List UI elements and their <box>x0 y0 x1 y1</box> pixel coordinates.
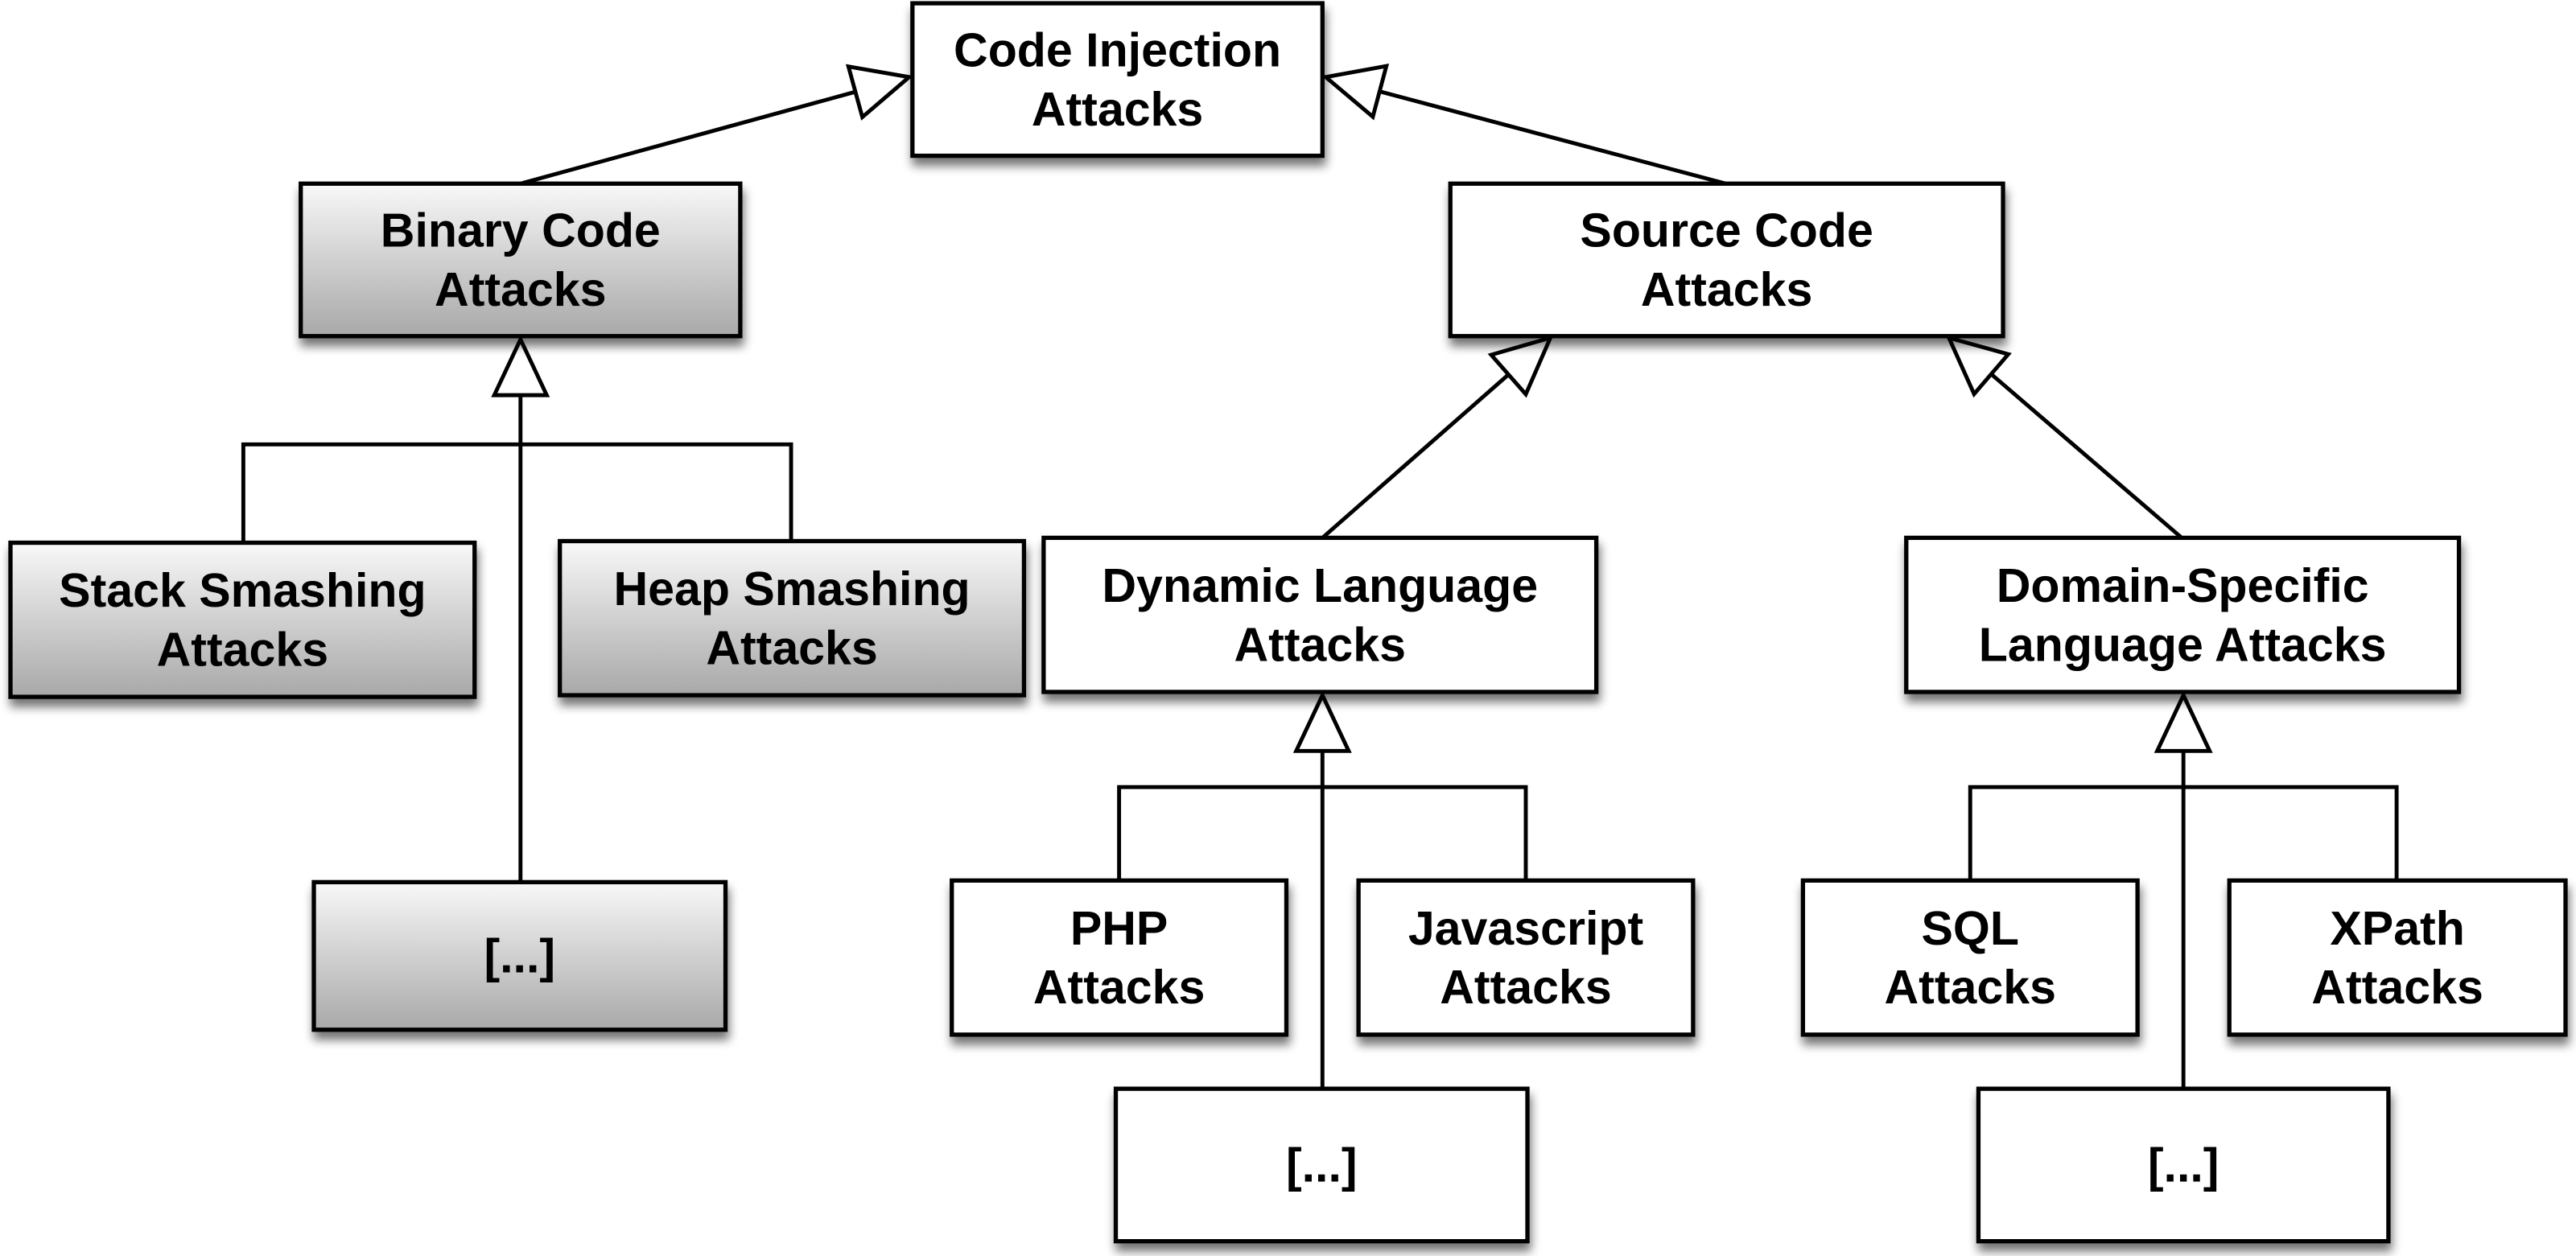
edge-dynamic-to-source <box>1321 335 1554 540</box>
node-dynamic-more: [...] <box>1113 1086 1530 1244</box>
edge-line <box>1321 373 1511 540</box>
node-label: Attacks <box>2311 961 2483 1014</box>
node-label: PHP <box>1070 902 1168 955</box>
node-label: Stack Smashing <box>59 564 426 617</box>
node-xpath: XPath Attacks <box>2227 878 2568 1037</box>
node-php: PHP Attacks <box>950 878 1289 1037</box>
generalization-arrowhead-icon <box>1321 64 1390 121</box>
generalization-arrowhead-icon <box>1292 690 1352 753</box>
node-label: Attacks <box>1440 961 1611 1014</box>
generalization-arrowhead-icon <box>1487 335 1554 398</box>
edge-line <box>241 442 793 543</box>
node-label: Attacks <box>1234 618 1406 671</box>
edge-binary-to-code-injection <box>520 64 914 186</box>
node-label: Binary Code <box>381 204 661 257</box>
node-stack-smashing: Stack Smashing Attacks <box>8 540 477 699</box>
generalization-arrowhead-icon <box>1945 335 2012 398</box>
node-label: Language Attacks <box>1979 618 2387 671</box>
node-label: Heap Smashing <box>613 562 970 616</box>
node-label: Attacks <box>435 263 606 316</box>
node-label: Attacks <box>1033 961 1205 1014</box>
node-binary-code: Binary Code Attacks <box>299 181 743 339</box>
edge-line <box>520 89 856 186</box>
node-label: Attacks <box>157 623 328 676</box>
node-binary-more: [...] <box>311 879 728 1032</box>
edge-domain-specific-to-source <box>1945 335 2183 540</box>
node-dsl-more: [...] <box>1976 1086 2391 1244</box>
node-domain-specific: Domain-Specific Language Attacks <box>1904 535 2462 694</box>
edge-line <box>1989 373 2183 540</box>
node-label: Domain-Specific <box>1997 559 2369 612</box>
node-javascript: Javascript Attacks <box>1356 878 1696 1037</box>
node-label: [...] <box>1286 1139 1358 1192</box>
node-label: SQL <box>1922 902 2019 955</box>
node-sql: SQL Attacks <box>1800 878 2140 1037</box>
node-label: Attacks <box>1885 961 2056 1014</box>
code-injection-taxonomy-diagram: Code InjectionAttacksBinary CodeAttacksS… <box>8 1 2568 1244</box>
node-label: XPath <box>2330 902 2464 955</box>
node-label: [...] <box>2148 1139 2219 1192</box>
generalization-arrowhead-icon <box>2154 690 2213 753</box>
node-label: Dynamic Language <box>1102 559 1538 612</box>
node-heap-smashing: Heap SmashingAttacks <box>558 538 1027 698</box>
node-label: Source Code <box>1580 204 1873 257</box>
node-label: Attacks <box>1032 83 1203 136</box>
node-label: Javascript <box>1408 902 1643 955</box>
node-label: [...] <box>484 929 555 982</box>
node-code-injection: Code Injection Attacks <box>910 1 1325 159</box>
node-label: Attacks <box>1641 263 1812 316</box>
node-dynamic-language: Dynamic Language Attacks <box>1041 535 1599 694</box>
node-label: Attacks <box>706 621 877 674</box>
edge-source-to-code-injection <box>1321 64 1727 186</box>
node-label: Code Injection <box>954 24 1281 77</box>
node-source-code: Source Code Attacks <box>1448 181 2005 339</box>
edge-line <box>1379 89 1727 186</box>
generalization-arrowhead-icon <box>491 335 550 397</box>
generalization-arrowhead-icon <box>845 64 914 121</box>
